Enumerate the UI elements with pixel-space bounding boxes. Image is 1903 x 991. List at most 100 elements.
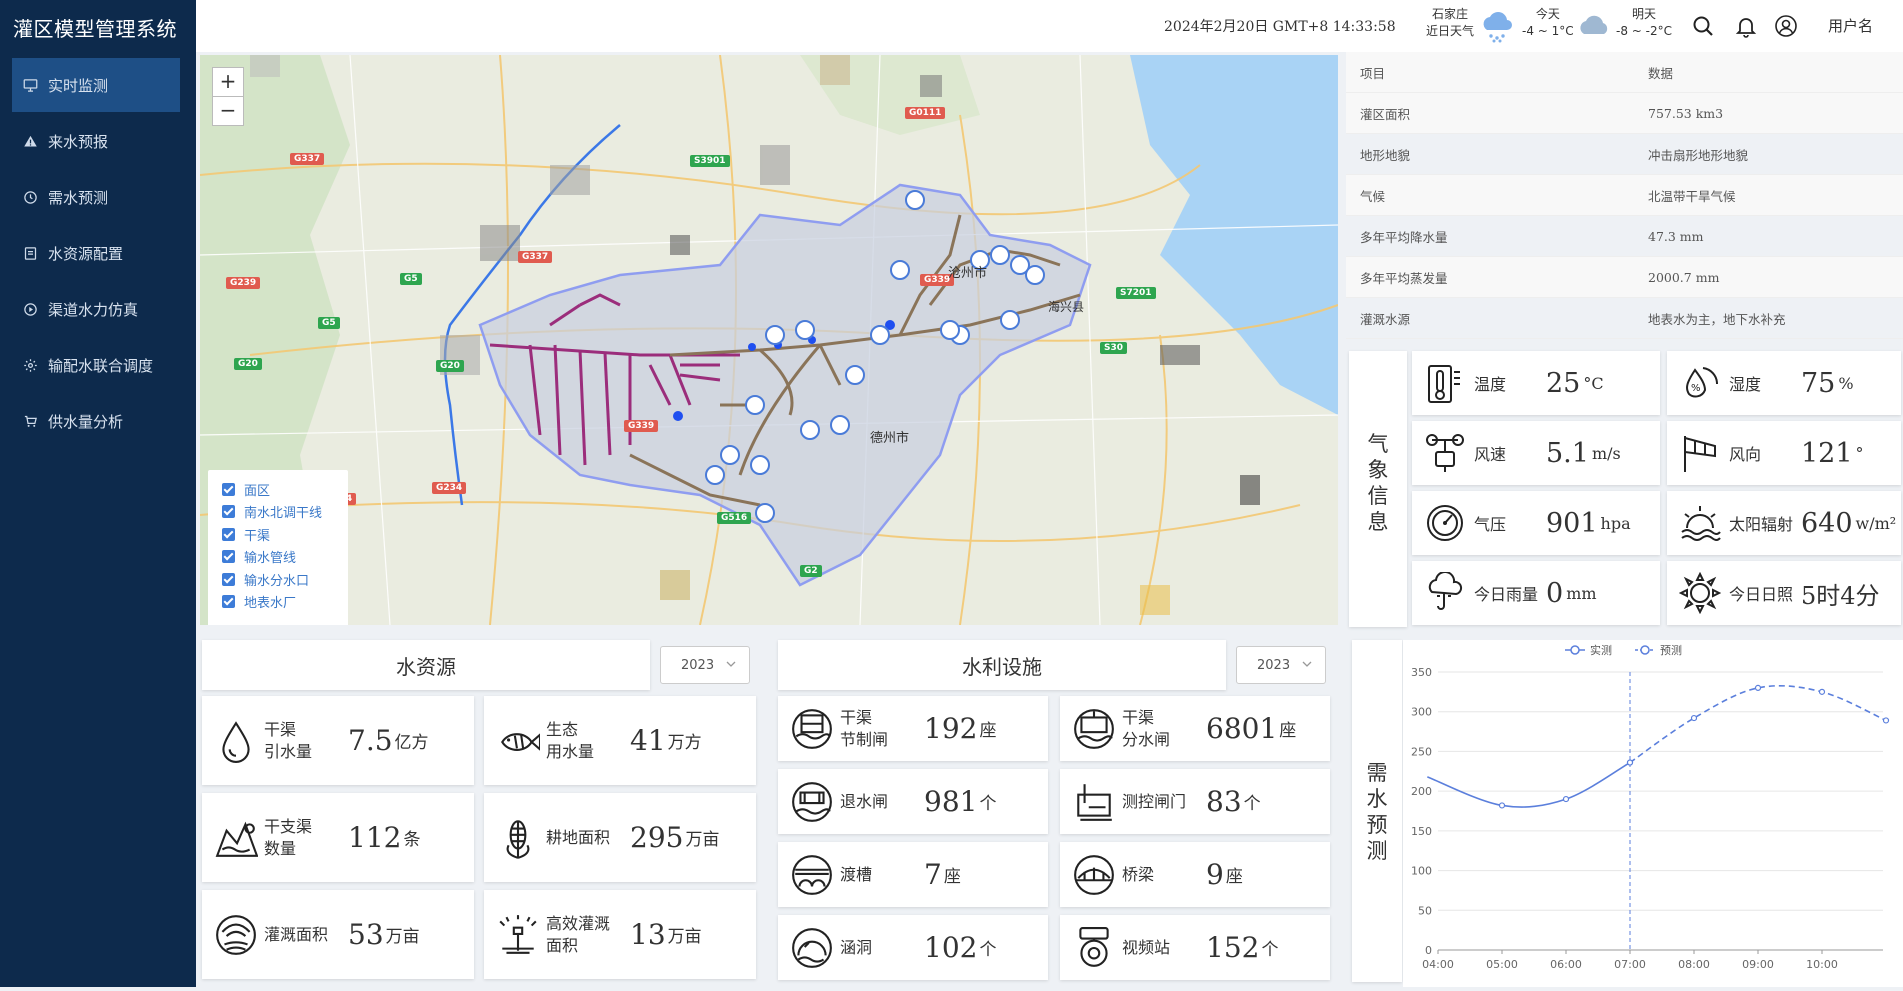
weather-item: 风向 121 °: [1667, 421, 1901, 485]
diversion-gate-icon: [1072, 707, 1116, 751]
checkbox[interactable]: [222, 527, 235, 541]
info-value: 冲击扇形地形地貌: [1648, 147, 1749, 163]
bell-icon[interactable]: [1734, 14, 1758, 38]
checkbox[interactable]: [222, 482, 235, 496]
sidebar-item-5[interactable]: 输配水联合调度: [12, 338, 180, 392]
user-icon[interactable]: [1774, 14, 1798, 38]
legend-item[interactable]: 干渠: [208, 523, 348, 546]
weather-label: 今日日照: [1729, 585, 1794, 604]
sidebar-item-1[interactable]: 来水预报: [12, 114, 180, 168]
weather-label: 湿度: [1729, 375, 1762, 394]
weather-label: 风速: [1474, 445, 1507, 464]
weather-value: 75: [1801, 367, 1836, 399]
sidebar-item-label: 供水量分析: [48, 412, 124, 431]
stat-value: 41: [630, 724, 666, 757]
weather-unit: °C: [1583, 373, 1604, 393]
place-label-haixing: 海兴县: [1048, 300, 1085, 314]
culvert-icon: [792, 927, 832, 968]
stat-unit: 个: [1261, 940, 1279, 960]
aqueduct-icon: [792, 854, 832, 895]
stat-value: 981: [924, 785, 978, 818]
today-label: 今天: [1535, 7, 1560, 21]
stat-unit: 万亩: [385, 927, 420, 947]
y-tick-label: 50: [1418, 904, 1432, 917]
solar-radiation-icon: [1679, 502, 1721, 544]
zoom-in-button[interactable]: +: [212, 67, 244, 97]
legend-item[interactable]: 面区: [208, 478, 348, 501]
weather-location: 石家庄 近日天气: [1426, 6, 1474, 40]
checkbox[interactable]: [222, 505, 235, 519]
y-tick-label: 250: [1411, 745, 1432, 758]
stat-card: 耕地面积 295 万亩: [484, 793, 756, 882]
info-key: 多年平均蒸发量: [1360, 270, 1448, 286]
road-label: G2: [800, 565, 822, 577]
legend-item[interactable]: 输水管线: [208, 546, 348, 569]
cloud-icon: [1580, 15, 1608, 34]
stat-unit: 个: [1243, 794, 1261, 814]
search-icon[interactable]: [1691, 14, 1715, 38]
stat-card: 干渠 分水闸 6801 座: [1060, 696, 1330, 761]
weather-label: 气压: [1474, 515, 1507, 534]
checkbox[interactable]: [222, 595, 235, 609]
settings-icon: [22, 357, 38, 373]
stat-unit: 座: [979, 721, 997, 741]
stat-value: 7: [924, 858, 942, 891]
sidebar-item-3[interactable]: 水资源配置: [12, 226, 180, 280]
sidebar-item-2[interactable]: 需水预测: [12, 170, 180, 224]
facilities-year-select[interactable]: 2023: [1236, 646, 1326, 684]
water-resources-year-select[interactable]: 2023: [660, 646, 750, 684]
stat-unit: 条: [403, 830, 421, 850]
stat-label: 测控闸门: [1122, 791, 1187, 811]
map-view[interactable]: G337 G0111 S3901 G337 G239 G5 G5 G20 G20 G339 G339…: [200, 55, 1338, 625]
sidebar-item-label: 实时监测: [48, 76, 109, 95]
map-canvas[interactable]: [200, 55, 1338, 625]
document-icon: [22, 245, 38, 261]
stat-card: 涵洞 102 个: [778, 915, 1048, 980]
y-tick-label: 200: [1411, 785, 1432, 798]
stat-unit: 万亩: [667, 927, 702, 947]
checkbox[interactable]: [222, 572, 235, 586]
info-row: 灌区面积 757.53 km3: [1346, 93, 1903, 134]
demand-panel-title-box: 需水预测: [1352, 640, 1402, 982]
sidebar-item-0[interactable]: 实时监测: [12, 58, 180, 112]
legend-item[interactable]: 输水分水口: [208, 568, 348, 591]
sidebar-item-6[interactable]: 供水量分析: [12, 394, 180, 448]
stat-unit: 座: [1225, 867, 1243, 887]
stat-card: 桥梁 9 座: [1060, 842, 1330, 907]
sidebar-item-label: 需水预测: [48, 188, 109, 207]
legend-marker: [1640, 645, 1650, 655]
legend-item[interactable]: 南水北调干线: [208, 501, 348, 524]
weather-item: 太阳辐射 640 w/m²: [1667, 491, 1901, 555]
facilities-title: 水利设施: [778, 640, 1226, 690]
legend-item[interactable]: 地表水厂: [208, 591, 348, 614]
legend-label: 实测: [1590, 643, 1612, 657]
legend-label: 面区: [244, 483, 271, 499]
weather-unit: mm: [1566, 583, 1597, 603]
water-drop-icon: [214, 719, 258, 763]
zoom-out-button[interactable]: −: [212, 96, 244, 126]
sidebar-item-4[interactable]: 渠道水力仿真: [12, 282, 180, 336]
sun-icon: [1678, 571, 1722, 615]
corn-icon: [506, 819, 530, 859]
y-tick-label: 350: [1411, 666, 1432, 679]
road-label: G0111: [905, 107, 946, 119]
stat-card: 渡槽 7 座: [778, 842, 1048, 907]
clock-icon: [22, 189, 38, 205]
stat-card: 干渠 节制闸 192 座: [778, 696, 1048, 761]
stat-value: 6801: [1206, 712, 1278, 745]
thermometer-icon: [1428, 365, 1460, 403]
user-name[interactable]: 用户名: [1828, 15, 1873, 36]
info-key: 灌区面积: [1360, 106, 1411, 122]
info-key: 灌溉水源: [1360, 311, 1411, 327]
datetime: 2024年2月20日 GMT+8 14:33:58: [1164, 19, 1396, 35]
weather-label: 太阳辐射: [1729, 515, 1794, 534]
checkbox[interactable]: [222, 550, 235, 564]
x-tick-label: 08:00: [1678, 958, 1710, 971]
weather-item: 今日日照 5时4分: [1667, 561, 1901, 625]
control-gate-icon: [1072, 780, 1116, 824]
weather-item: 温度 25 °C: [1412, 351, 1660, 415]
windsock-icon: [1679, 432, 1721, 474]
solar-radiation-icon: [1681, 506, 1721, 541]
info-value: 地表水为主，地下水补充: [1648, 311, 1786, 327]
info-value: 北温带干旱气候: [1648, 188, 1736, 204]
